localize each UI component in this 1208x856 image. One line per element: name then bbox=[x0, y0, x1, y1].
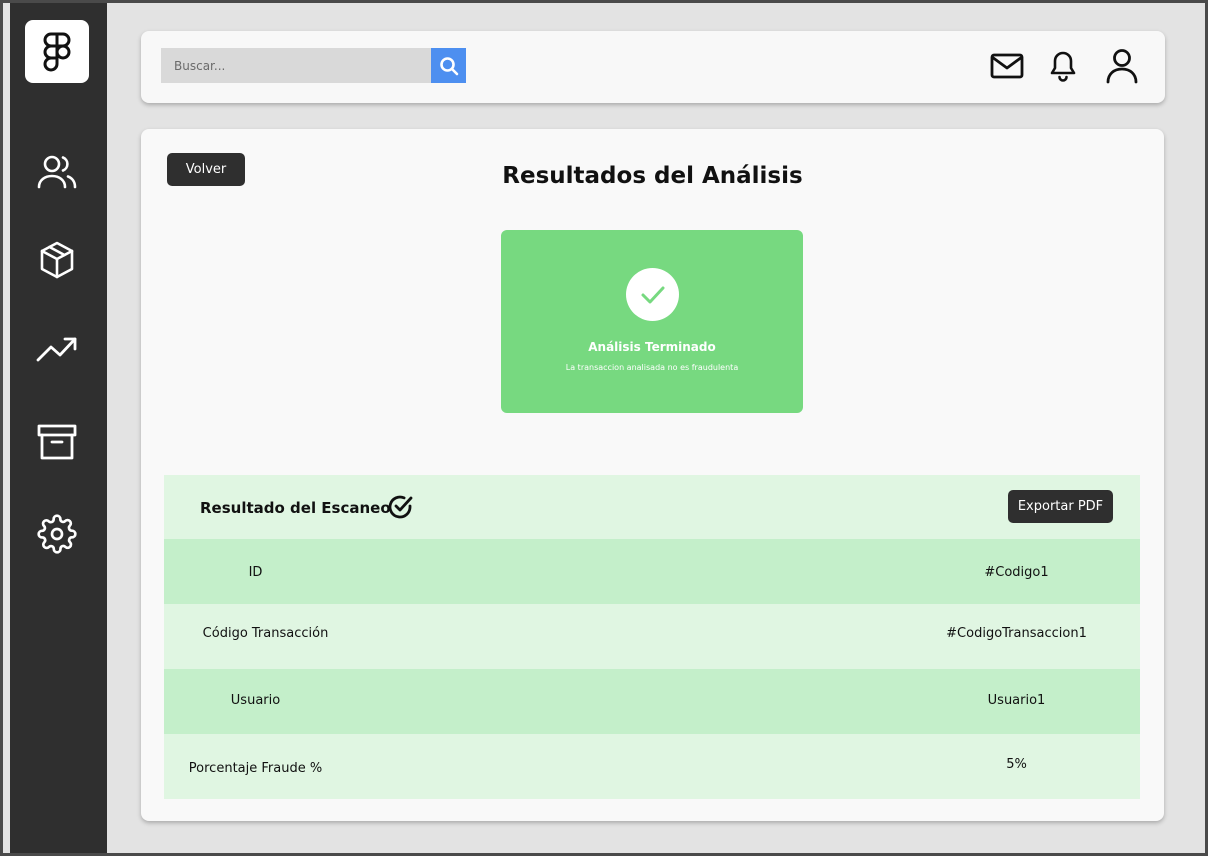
status-subtitle: La transaccion analisada no es fraudulen… bbox=[565, 363, 739, 372]
page-title: Resultados del Análisis bbox=[502, 163, 803, 189]
row-label: ID bbox=[248, 565, 263, 580]
box-icon bbox=[40, 241, 74, 279]
sidebar bbox=[10, 3, 107, 853]
bell-icon bbox=[1050, 51, 1076, 82]
sidebar-item-archive[interactable] bbox=[36, 421, 78, 463]
mail-icon bbox=[990, 53, 1024, 79]
sidebar-item-analytics[interactable] bbox=[36, 328, 78, 370]
row-value: Usuario1 bbox=[987, 693, 1046, 708]
success-badge bbox=[626, 268, 679, 321]
top-bar bbox=[141, 31, 1165, 103]
users-icon bbox=[37, 155, 77, 189]
results-header: Resultado del Escaneo Exportar PDF bbox=[164, 475, 1140, 539]
sidebar-item-settings[interactable] bbox=[36, 513, 78, 555]
main-panel: Volver Resultados del Análisis Análisis … bbox=[141, 129, 1164, 821]
figma-icon bbox=[43, 32, 71, 71]
profile-button[interactable] bbox=[1104, 48, 1140, 84]
trending-up-icon bbox=[36, 337, 77, 362]
sidebar-item-users[interactable] bbox=[36, 151, 78, 193]
results-title: Resultado del Escaneo bbox=[200, 499, 391, 517]
table-row: ID #Codigo1 bbox=[164, 539, 1140, 604]
row-label: Porcentaje Fraude % bbox=[188, 761, 323, 776]
row-value: 5% bbox=[1006, 757, 1027, 772]
search-icon bbox=[439, 56, 458, 75]
table-row: Porcentaje Fraude % 5% bbox=[164, 734, 1140, 799]
mail-button[interactable] bbox=[989, 48, 1025, 84]
row-label: Código Transacción bbox=[202, 626, 329, 641]
status-card: Análisis Terminado La transaccion analis… bbox=[501, 230, 803, 413]
table-row: Código Transacción #CodigoTransaccion1 bbox=[164, 604, 1140, 669]
export-pdf-button[interactable]: Exportar PDF bbox=[1008, 490, 1113, 523]
scan-results: Resultado del Escaneo Exportar PDF ID #C… bbox=[164, 475, 1140, 799]
gear-icon bbox=[37, 514, 77, 554]
table-row: Usuario Usuario1 bbox=[164, 669, 1140, 734]
archive-icon bbox=[37, 424, 77, 460]
check-icon bbox=[641, 286, 664, 303]
sidebar-item-products[interactable] bbox=[36, 239, 78, 281]
row-label: Usuario bbox=[230, 693, 281, 708]
user-icon bbox=[1106, 49, 1138, 84]
search-button[interactable] bbox=[431, 48, 466, 83]
status-title: Análisis Terminado bbox=[588, 340, 716, 354]
row-value: #Codigo1 bbox=[984, 565, 1049, 580]
check-circle-icon bbox=[388, 494, 414, 520]
row-value: #CodigoTransaccion1 bbox=[946, 626, 1087, 641]
notifications-button[interactable] bbox=[1045, 48, 1081, 84]
logo[interactable] bbox=[25, 20, 89, 83]
search-input[interactable] bbox=[161, 48, 431, 83]
